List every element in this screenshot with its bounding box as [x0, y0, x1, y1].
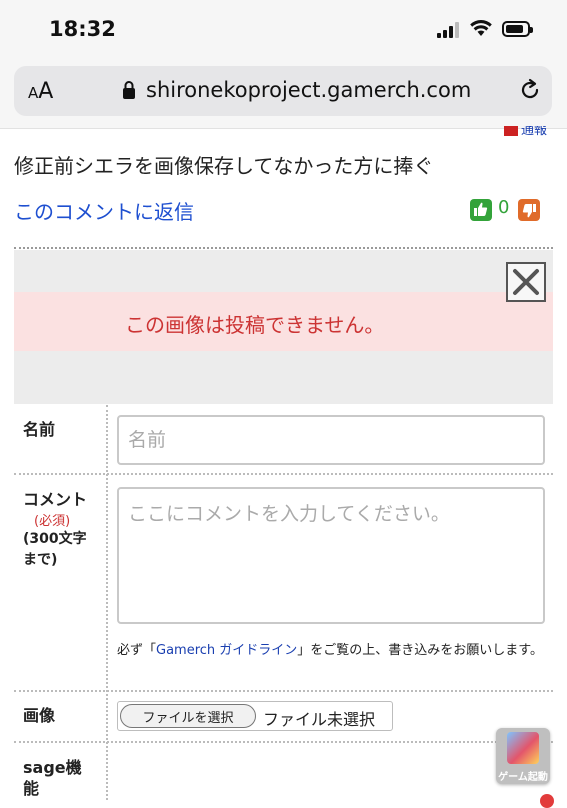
- reload-icon[interactable]: [518, 78, 542, 102]
- text-size-button[interactable]: AA: [28, 79, 53, 104]
- wifi-icon: [470, 20, 492, 36]
- error-panel: この画像は投稿できません。: [14, 250, 553, 404]
- comment-text: 修正前シエラを画像保存してなかった方に捧ぐ: [14, 154, 434, 178]
- address-bar[interactable]: AA shironekoproject.gamerch.com: [14, 66, 552, 116]
- row-divider: [14, 690, 553, 692]
- error-banner: この画像は投稿できません。: [14, 292, 553, 351]
- reply-link[interactable]: このコメントに返信: [14, 196, 194, 225]
- file-status: ファイル未選択: [263, 710, 376, 729]
- game-launch-label: ゲーム起動: [498, 772, 548, 783]
- report-link[interactable]: 通報: [504, 126, 552, 138]
- choose-file-button[interactable]: ファイルを選択: [120, 704, 256, 728]
- name-label: 名前: [23, 420, 56, 439]
- file-input[interactable]: ファイルを選択 ファイル未選択: [117, 701, 393, 731]
- image-label: 画像: [23, 706, 56, 725]
- url-text[interactable]: shironekoproject.gamerch.com: [146, 78, 471, 102]
- comment-form: 名前 コメント (必須) (300文字 まで) 必ず「Gamerch ガイドライ…: [14, 405, 553, 800]
- notification-dot: [540, 794, 554, 808]
- cellular-signal-icon: [437, 22, 463, 38]
- report-flag-icon: [504, 126, 518, 136]
- lock-icon: [123, 81, 135, 99]
- close-button[interactable]: [506, 262, 546, 302]
- error-message: この画像は投稿できません。: [125, 313, 385, 337]
- thumbs-up-icon: [474, 202, 488, 216]
- row-divider: [14, 473, 553, 475]
- guide-suffix: 」をご覧の上、書き込みをお願いします。: [297, 643, 543, 658]
- game-launch-button[interactable]: ゲーム起動: [496, 728, 550, 784]
- guideline-link[interactable]: Gamerch ガイドライン: [156, 643, 297, 658]
- guide-prefix: 必ず「: [117, 643, 157, 658]
- battery-icon: [502, 21, 533, 37]
- thumbs-down-icon: [522, 204, 536, 218]
- status-bar: 18:32: [0, 0, 567, 62]
- comment-textarea[interactable]: [117, 487, 545, 624]
- good-count: 0: [498, 197, 510, 218]
- comment-label: コメント: [23, 490, 88, 509]
- thumbs-up-button[interactable]: [470, 199, 492, 221]
- game-thumbnail: [507, 732, 539, 764]
- limit-label-line2: まで): [23, 552, 58, 568]
- guideline-notice: 必ず「Gamerch ガイドライン」をご覧の上、書き込みをお願いします。: [117, 639, 549, 662]
- browser-toolbar: AA shironekoproject.gamerch.com: [0, 62, 567, 129]
- required-label: (必須): [34, 514, 71, 529]
- divider: [14, 247, 553, 249]
- clock: 18:32: [49, 17, 116, 41]
- thumbs-down-button[interactable]: [518, 199, 540, 221]
- limit-label-line1: (300文字: [23, 531, 87, 547]
- row-divider: [14, 741, 553, 743]
- report-label: 通報: [521, 126, 548, 138]
- name-input[interactable]: [117, 415, 545, 465]
- sage-label-line2: 能: [23, 779, 40, 798]
- close-icon: [513, 269, 539, 295]
